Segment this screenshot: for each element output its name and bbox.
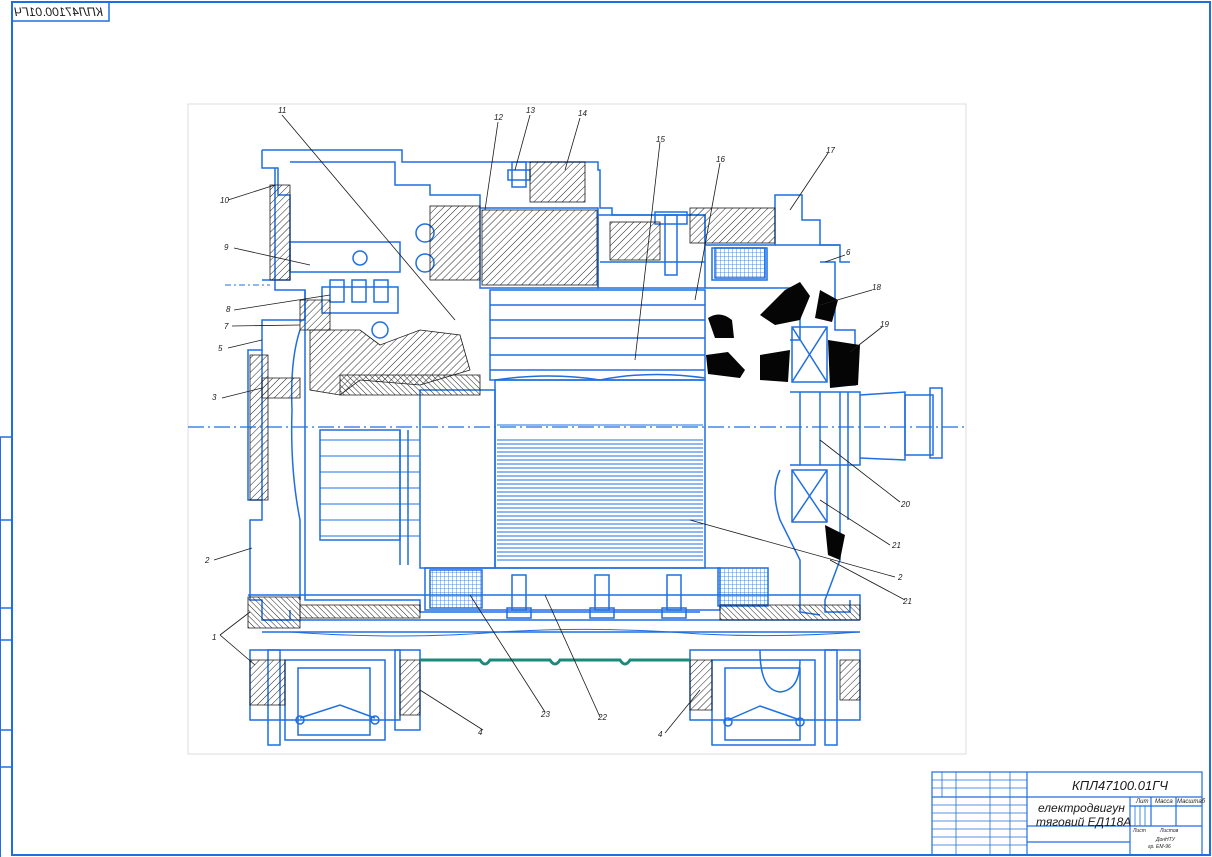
sheet-label: Лист bbox=[1132, 828, 1146, 834]
callout-15: 17 bbox=[826, 146, 835, 155]
callout-3: 3 bbox=[212, 393, 217, 402]
callout-21a: 4 bbox=[478, 728, 483, 737]
drawing-title-line2: тяговий ЕД118А bbox=[1036, 815, 1131, 829]
title-block-text: КПЛ47100.01ГЧ електродвигун тяговий ЕД11… bbox=[1036, 778, 1206, 850]
mirrored-code-text: КПЛ47100.01ГЧ bbox=[13, 5, 103, 19]
header-mass: Масса bbox=[1155, 799, 1173, 805]
callout-2b: 2 bbox=[897, 573, 903, 582]
callout-9: 11 bbox=[278, 106, 286, 115]
callout-7: 9 bbox=[224, 243, 229, 252]
callout-8: 10 bbox=[220, 196, 229, 205]
drawing-sheet: КПЛ47100.01ГЧ 10 9 8 7 5 3 2 1 11 12 13 … bbox=[0, 1, 1211, 857]
callout-20: 21 bbox=[902, 597, 912, 606]
callout-22: 22 bbox=[597, 713, 607, 722]
callout-6: 8 bbox=[226, 305, 231, 314]
callout-5: 7 bbox=[224, 322, 229, 331]
callout-10: 12 bbox=[494, 113, 503, 122]
drawing-title-line1: електродвигун bbox=[1038, 801, 1125, 815]
callout-4b: 6 bbox=[846, 248, 851, 257]
header-scale: Масштаб bbox=[1177, 799, 1206, 805]
callout-19: 21 bbox=[891, 541, 901, 550]
callout-18: 20 bbox=[900, 500, 910, 509]
callout-2a: 2 bbox=[204, 556, 210, 565]
mirrored-code-box: КПЛ47100.01ГЧ bbox=[11, 1, 110, 22]
callout-21b: 4 bbox=[658, 730, 663, 739]
callout-17: 19 bbox=[880, 320, 889, 329]
callout-14: 16 bbox=[716, 155, 725, 164]
callout-16: 18 bbox=[872, 283, 881, 292]
org-line1: ДонНТУ bbox=[1155, 837, 1176, 843]
drawing-code: КПЛ47100.01ГЧ bbox=[1072, 778, 1168, 793]
header-lit: Лит bbox=[1135, 799, 1148, 805]
callout-1: 1 bbox=[212, 633, 216, 642]
org-line2: гр. ЕМ-96 bbox=[1148, 844, 1171, 850]
sheets-label: Листов bbox=[1159, 828, 1179, 834]
callout-23: 23 bbox=[540, 710, 550, 719]
callout-12: 14 bbox=[578, 109, 587, 118]
callout-4a: 5 bbox=[218, 344, 223, 353]
callout-13: 15 bbox=[656, 135, 665, 144]
callout-11: 13 bbox=[526, 106, 535, 115]
